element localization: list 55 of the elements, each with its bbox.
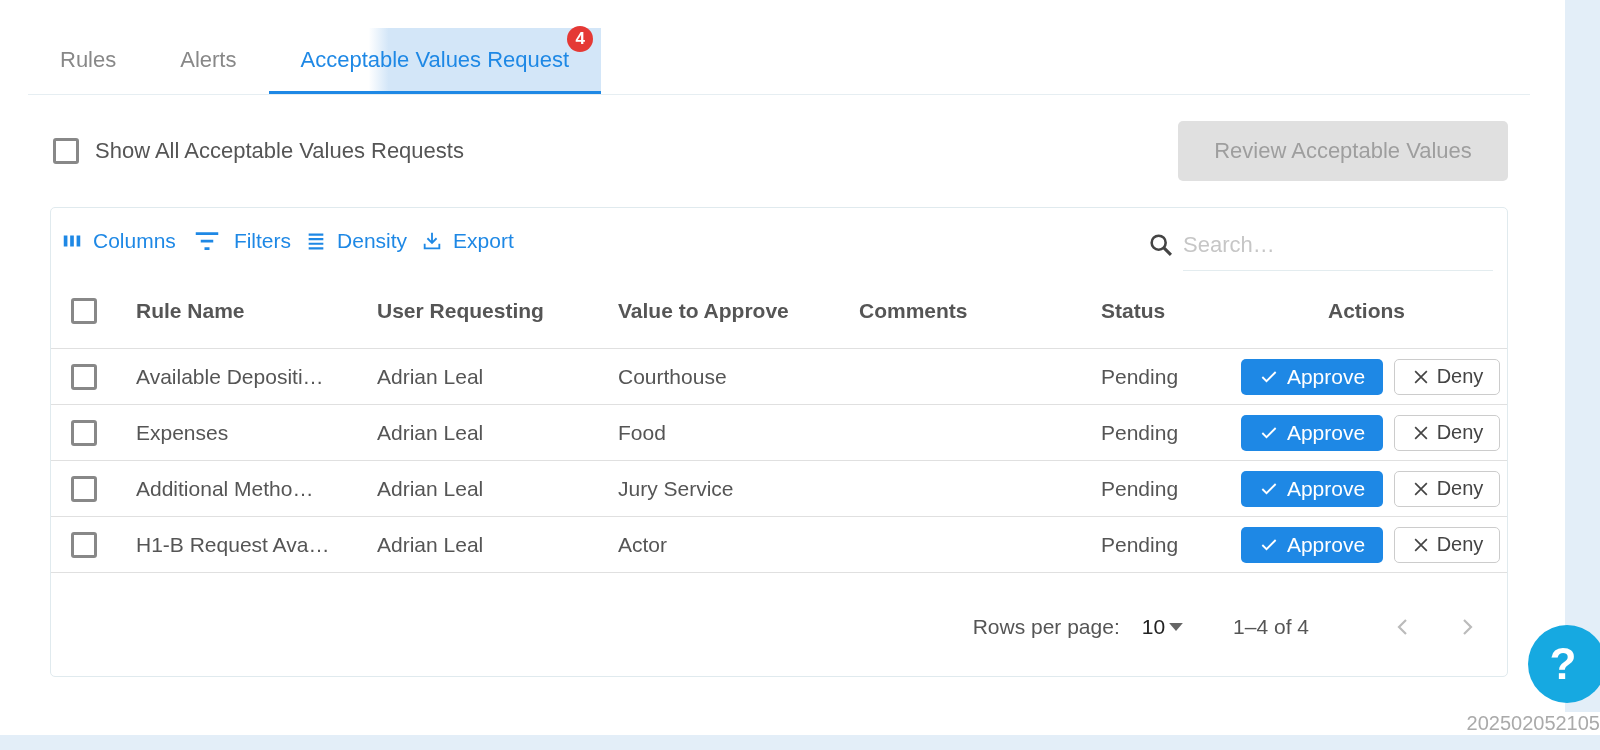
table-cell: Adrian Leal — [377, 476, 484, 500]
checkbox-label: Show All Acceptable Values Requests — [95, 138, 464, 164]
checkbox[interactable] — [71, 531, 97, 558]
column-header[interactable]: Comments — [859, 299, 968, 322]
page-range: 1–4 of 4 — [1233, 615, 1309, 639]
tab[interactable]: Alerts — [148, 28, 269, 94]
table-cell: Adrian Leal — [377, 532, 484, 556]
column-header[interactable]: Actions — [1328, 299, 1405, 322]
approve-button[interactable]: Approve — [1241, 358, 1383, 395]
count-badge: 4 — [567, 26, 594, 52]
table-cell: Adrian Leal — [377, 364, 484, 388]
search-icon — [1147, 231, 1175, 259]
toolbar-button[interactable]: Filters — [189, 226, 292, 256]
timestamp: 202502052105 — [1466, 712, 1600, 735]
tab[interactable]: Rules — [28, 28, 149, 94]
caret-icon — [1169, 623, 1184, 631]
deny-button[interactable]: Deny — [1394, 414, 1500, 451]
approve-button[interactable]: Approve — [1241, 470, 1383, 507]
column-header[interactable]: User Requesting — [377, 299, 544, 322]
tab[interactable]: Acceptable Values Request 4 — [268, 28, 602, 94]
table-cell: Adrian Leal — [377, 420, 484, 444]
rows-per-page-select[interactable]: 10 — [1141, 615, 1184, 639]
deny-button[interactable]: Deny — [1394, 526, 1500, 563]
checkbox[interactable] — [53, 138, 79, 164]
deny-button[interactable]: Deny — [1394, 470, 1500, 507]
table-row[interactable]: Available Depositi… Adrian Leal Courthouse Pending Approve Deny — [51, 349, 1507, 405]
table-cell: H1-B Request Ava… — [136, 532, 330, 556]
table-cell: Pending — [1101, 364, 1179, 388]
table-cell: Jury Service — [618, 476, 734, 500]
table-row[interactable]: H1-B Request Ava… Adrian Leal Actor Pending Approve Deny — [51, 517, 1507, 573]
toolbar-button[interactable]: Columns — [61, 229, 176, 253]
column-header[interactable]: Rule Name — [136, 299, 245, 322]
toolbar-button[interactable]: Density — [305, 229, 408, 253]
table-cell: Food — [618, 420, 666, 444]
table-cell: Courthouse — [618, 364, 727, 388]
checkbox[interactable] — [71, 298, 97, 324]
deny-button[interactable]: Deny — [1394, 358, 1500, 395]
table-cell: Actor — [618, 532, 667, 556]
approve-button[interactable]: Approve — [1241, 526, 1383, 563]
table-cell: Pending — [1101, 476, 1179, 500]
checkbox[interactable] — [71, 419, 97, 446]
table-cell: Pending — [1101, 420, 1179, 444]
checkbox[interactable] — [71, 475, 97, 502]
table-cell: Additional Metho… — [136, 476, 314, 500]
column-header[interactable]: Status — [1101, 299, 1166, 322]
checkbox[interactable] — [71, 363, 97, 390]
table-cell: Available Depositi… — [136, 364, 324, 388]
table-row[interactable]: Additional Metho… Adrian Leal Jury Service Pending Approve Deny — [51, 461, 1507, 517]
toolbar-button[interactable]: Export — [421, 229, 514, 253]
approve-button[interactable]: Approve — [1241, 414, 1383, 451]
table-cell: Expenses — [136, 420, 229, 444]
table-cell: Pending — [1101, 532, 1179, 556]
rows-per-page-label: Rows per page: — [972, 615, 1120, 639]
table-row[interactable]: Expenses Adrian Leal Food Pending Approve Deny — [51, 405, 1507, 461]
column-header[interactable]: Value to Approve — [618, 299, 789, 322]
